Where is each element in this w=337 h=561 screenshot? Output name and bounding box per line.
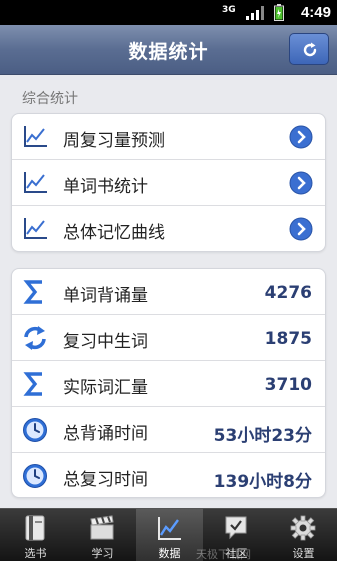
stat-label: 总复习时间 [63, 470, 148, 490]
page-title: 数据统计 [128, 41, 209, 63]
tab-study[interactable]: 学习 [69, 509, 136, 561]
stats-card: 单词背诵量 4276 复习中生词 1875 实际词汇量 3710 总背诵时间 5… [11, 268, 326, 498]
tab-label: 数据 [158, 547, 181, 560]
stat-row-total-recite-time: 总背诵时间 53小时23分 [12, 407, 325, 453]
stat-row-words-recited: 单词背诵量 4276 [12, 269, 325, 315]
sync-icon [24, 326, 46, 350]
overview-card: 周复习量预测 单词书统计 总体记忆曲线 [11, 113, 326, 252]
signal-icon [246, 6, 264, 20]
list-item-label: 周复习量预测 [63, 131, 165, 151]
tab-label: 选书 [24, 547, 47, 560]
line-chart-icon [24, 172, 47, 193]
watermark: 天极下载网 [196, 548, 251, 561]
section-title: 综合统计 [22, 91, 78, 107]
stat-row-actual-vocabulary: 实际词汇量 3710 [12, 361, 325, 407]
book-icon [25, 515, 45, 541]
network-type: 3G [222, 5, 236, 15]
chevron-right-icon [289, 125, 313, 149]
gear-icon [290, 515, 316, 541]
stat-label: 复习中生词 [63, 332, 148, 352]
stat-label: 实际词汇量 [63, 378, 148, 398]
list-item-label: 总体记忆曲线 [63, 223, 165, 243]
list-item-wordbook-stats[interactable]: 单词书统计 [12, 160, 325, 206]
list-item-weekly-forecast[interactable]: 周复习量预测 [12, 114, 325, 160]
battery-icon [274, 4, 284, 21]
chat-icon [225, 516, 247, 540]
bottom-tab-bar: 选书 学习 数据 社区 设置 [0, 508, 337, 561]
tab-data[interactable]: 数据 [136, 509, 203, 561]
title-bar: 数据统计 [0, 25, 337, 75]
refresh-icon [303, 42, 317, 57]
stat-value: 1875 [264, 329, 312, 349]
list-item-memory-curve[interactable]: 总体记忆曲线 [12, 206, 325, 251]
chevron-right-icon [289, 171, 313, 195]
stat-row-reviewing-words: 复习中生词 1875 [12, 315, 325, 361]
stat-label: 单词背诵量 [63, 286, 148, 306]
clock-icon [23, 464, 47, 488]
clock-icon [23, 418, 47, 442]
clapperboard-icon [90, 515, 114, 540]
sigma-icon [23, 372, 42, 396]
stat-row-total-review-time: 总复习时间 139小时8分 [12, 453, 325, 497]
line-chart-icon [24, 218, 47, 239]
clock: 4:49 [300, 4, 331, 21]
tab-settings[interactable]: 设置 [270, 509, 337, 561]
stat-value: 3710 [264, 375, 312, 395]
sigma-icon [23, 280, 42, 304]
stat-value: 53小时23分 [213, 426, 312, 446]
list-item-label: 单词书统计 [63, 177, 148, 197]
line-chart-icon [24, 126, 47, 147]
tab-select-book[interactable]: 选书 [2, 509, 69, 561]
chevron-right-icon [289, 217, 313, 241]
stat-label: 总背诵时间 [63, 424, 148, 444]
stat-value: 4276 [264, 283, 312, 303]
stat-value: 139小时8分 [213, 472, 312, 492]
tab-label: 设置 [292, 547, 315, 560]
status-bar: 3G 4:49 [0, 0, 337, 25]
tab-label: 学习 [91, 547, 114, 560]
line-chart-icon [158, 517, 181, 540]
refresh-button[interactable] [289, 33, 329, 65]
